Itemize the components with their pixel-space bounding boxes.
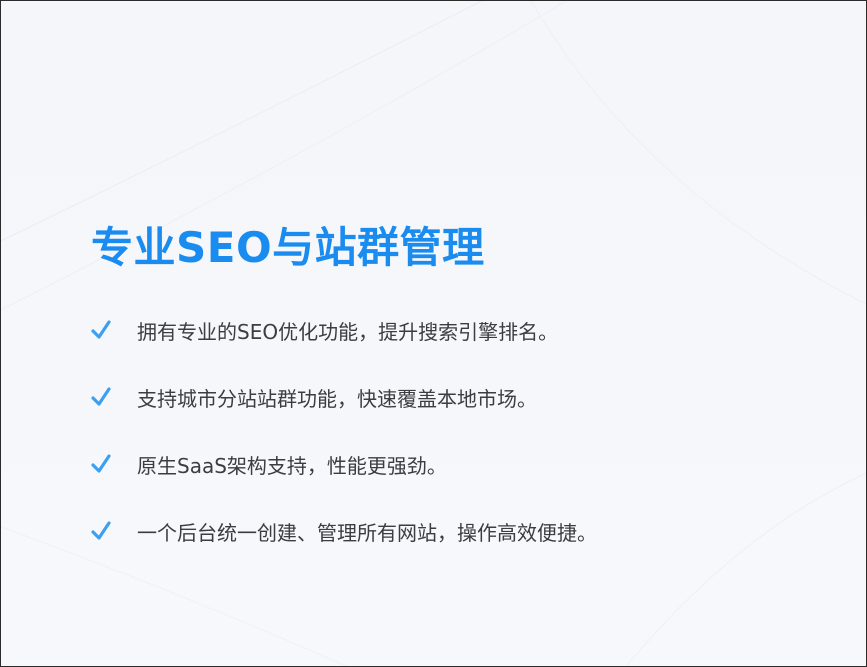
- check-icon: [91, 454, 111, 473]
- feature-text: 拥有专业的SEO优化功能，提升搜索引擎排名。: [137, 319, 559, 344]
- feature-text: 原生SaaS架构支持，性能更强劲。: [137, 453, 447, 478]
- page-title: 专业SEO与站群管理: [91, 223, 485, 272]
- list-item: 原生SaaS架构支持，性能更强劲。: [91, 449, 831, 479]
- check-icon: [91, 387, 111, 406]
- feature-content: 专业SEO与站群管理 拥有专业的SEO优化功能，提升搜索引擎排名。 支持城市分站…: [91, 221, 831, 583]
- feature-text: 支持城市分站站群功能，快速覆盖本地市场。: [137, 386, 537, 411]
- list-item: 支持城市分站站群功能，快速覆盖本地市场。: [91, 382, 831, 412]
- list-item: 一个后台统一创建、管理所有网站，操作高效便捷。: [91, 516, 831, 546]
- feature-panel: 专业SEO与站群管理 拥有专业的SEO优化功能，提升搜索引擎排名。 支持城市分站…: [0, 0, 867, 667]
- check-icon: [91, 320, 111, 339]
- feature-list: 拥有专业的SEO优化功能，提升搜索引擎排名。 支持城市分站站群功能，快速覆盖本地…: [91, 315, 831, 546]
- check-icon: [91, 521, 111, 540]
- feature-text: 一个后台统一创建、管理所有网站，操作高效便捷。: [137, 520, 597, 545]
- list-item: 拥有专业的SEO优化功能，提升搜索引擎排名。: [91, 315, 831, 345]
